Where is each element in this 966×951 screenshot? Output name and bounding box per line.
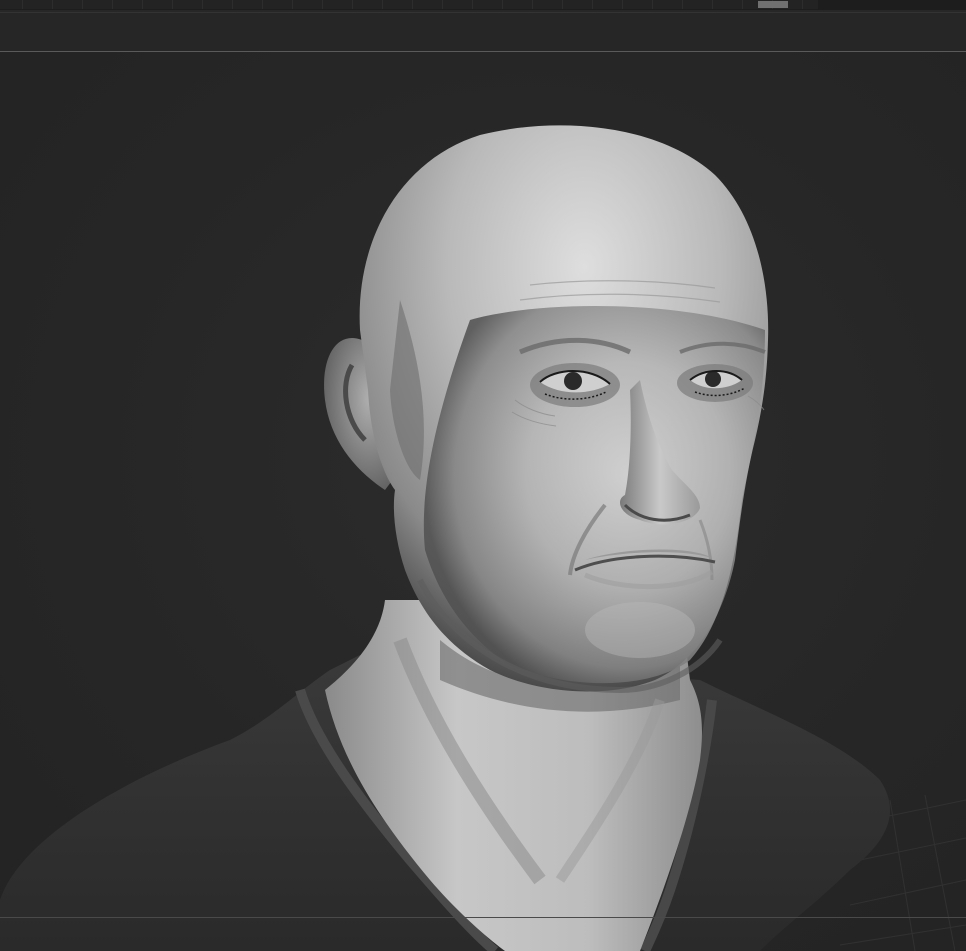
sculpt-render [0, 125, 966, 951]
timeline-tick [562, 0, 563, 9]
timeline-tick [232, 0, 233, 9]
timeline-tick [592, 0, 593, 9]
timeline-slider-thumb[interactable] [758, 1, 788, 8]
3d-viewport[interactable] [0, 52, 966, 951]
timeline-tick [442, 0, 443, 9]
divider [0, 917, 966, 918]
timeline-tick [52, 0, 53, 9]
timeline-tick [802, 0, 803, 9]
timeline-tick [142, 0, 143, 9]
timeline-tick [682, 0, 683, 9]
timeline-tick [112, 0, 113, 9]
timeline-strip[interactable] [0, 0, 966, 10]
zbrush-like-window [0, 0, 966, 951]
timeline-tick [22, 0, 23, 9]
timeline-tick [292, 0, 293, 9]
timeline-tick [502, 0, 503, 9]
timeline-tick [472, 0, 473, 9]
timeline-tick [262, 0, 263, 9]
timeline-tick [412, 0, 413, 9]
timeline-track[interactable] [0, 0, 818, 9]
timeline-tick [382, 0, 383, 9]
timeline-tick [652, 0, 653, 9]
timeline-tick [82, 0, 83, 9]
timeline-tick [712, 0, 713, 9]
timeline-tick [202, 0, 203, 9]
toolbar-band [0, 13, 966, 51]
timeline-tick [622, 0, 623, 9]
timeline-tick [532, 0, 533, 9]
timeline-tick [322, 0, 323, 9]
timeline-tick [352, 0, 353, 9]
timeline-tick [172, 0, 173, 9]
timeline-tick [742, 0, 743, 9]
